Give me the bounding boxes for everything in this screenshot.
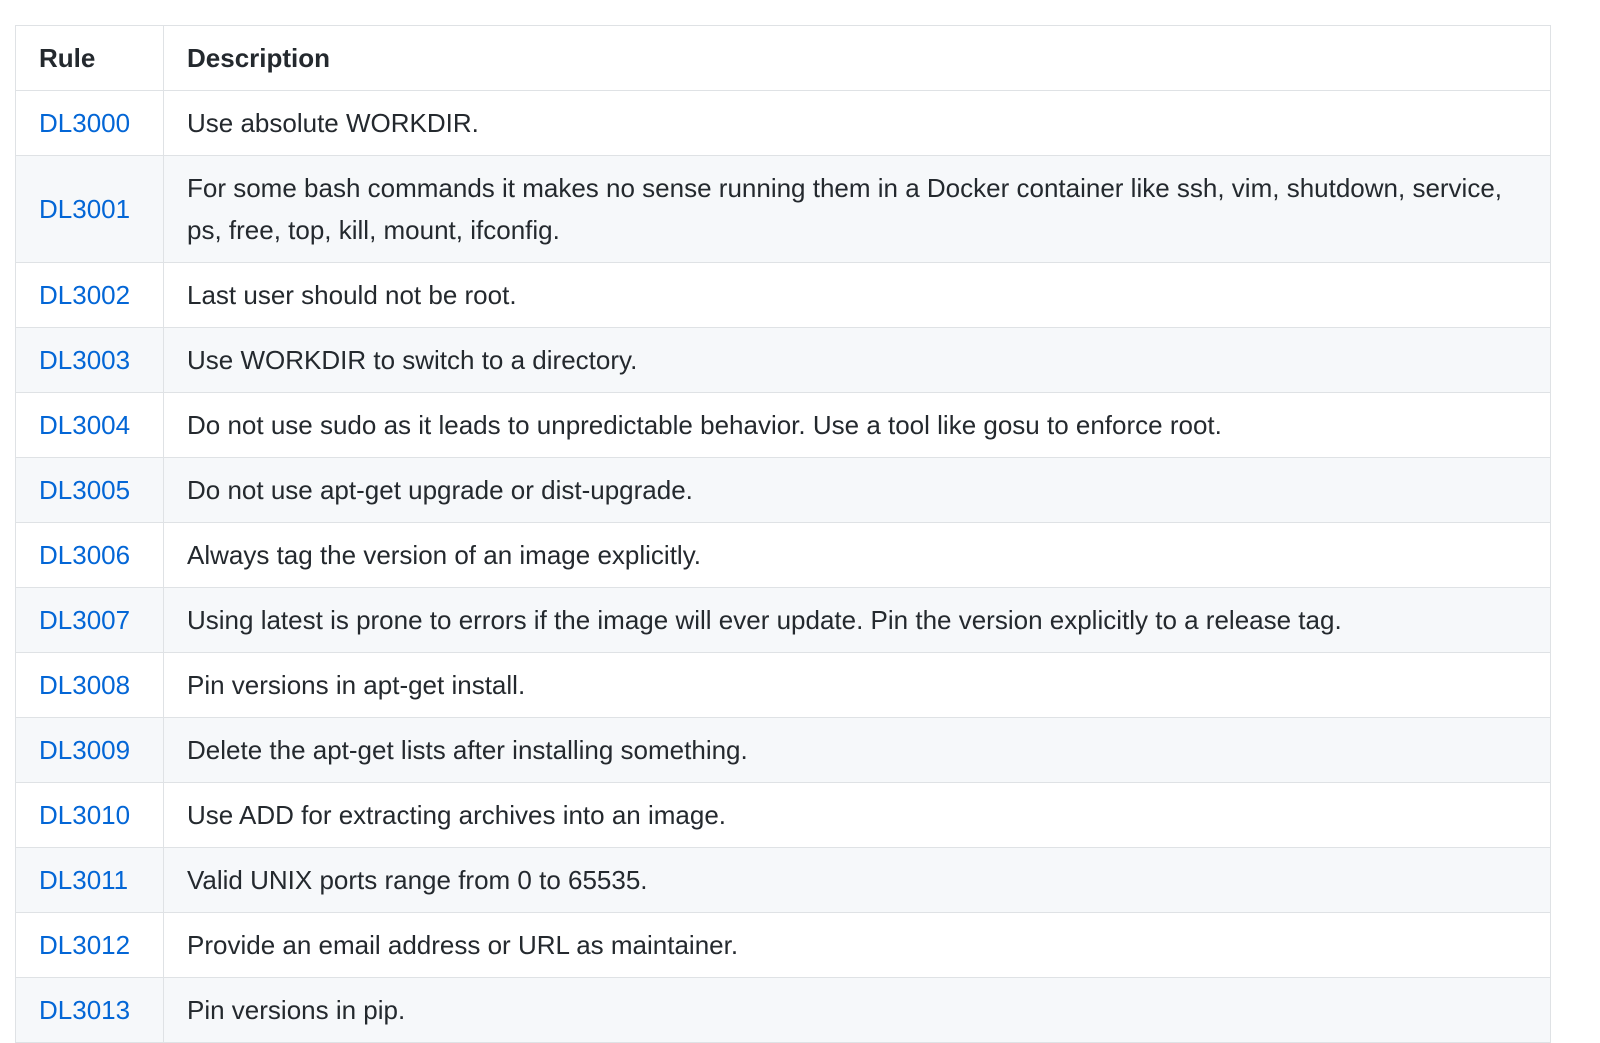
table-row: DL3004 Do not use sudo as it leads to un… bbox=[15, 392, 1551, 458]
description-cell: Valid UNIX ports range from 0 to 65535. bbox=[163, 847, 1551, 913]
rule-link[interactable]: DL3013 bbox=[39, 995, 130, 1025]
rules-table: Rule Description DL3000 Use absolute WOR… bbox=[15, 25, 1551, 1043]
description-cell: Using latest is prone to errors if the i… bbox=[163, 587, 1551, 653]
rule-link[interactable]: DL3012 bbox=[39, 930, 130, 960]
rule-cell: DL3004 bbox=[15, 392, 164, 458]
rule-link[interactable]: DL3008 bbox=[39, 670, 130, 700]
description-cell: Pin versions in apt-get install. bbox=[163, 652, 1551, 718]
column-header-description: Description bbox=[163, 25, 1551, 91]
table-row: DL3009 Delete the apt-get lists after in… bbox=[15, 717, 1551, 783]
rule-cell: DL3001 bbox=[15, 155, 164, 263]
rule-cell: DL3003 bbox=[15, 327, 164, 393]
table-row: DL3012 Provide an email address or URL a… bbox=[15, 912, 1551, 978]
rule-cell: DL3000 bbox=[15, 90, 164, 156]
table-header-row: Rule Description bbox=[15, 25, 1551, 91]
rule-link[interactable]: DL3000 bbox=[39, 108, 130, 138]
table-row: DL3013 Pin versions in pip. bbox=[15, 977, 1551, 1043]
table-row: DL3002 Last user should not be root. bbox=[15, 262, 1551, 328]
description-cell: Delete the apt-get lists after installin… bbox=[163, 717, 1551, 783]
description-cell: Last user should not be root. bbox=[163, 262, 1551, 328]
rule-link[interactable]: DL3004 bbox=[39, 410, 130, 440]
table-row: DL3007 Using latest is prone to errors i… bbox=[15, 587, 1551, 653]
rule-cell: DL3008 bbox=[15, 652, 164, 718]
description-cell: Always tag the version of an image expli… bbox=[163, 522, 1551, 588]
table-row: DL3010 Use ADD for extracting archives i… bbox=[15, 782, 1551, 848]
column-header-rule: Rule bbox=[15, 25, 164, 91]
description-cell: Use absolute WORKDIR. bbox=[163, 90, 1551, 156]
rule-cell: DL3009 bbox=[15, 717, 164, 783]
rule-cell: DL3012 bbox=[15, 912, 164, 978]
table-row: DL3006 Always tag the version of an imag… bbox=[15, 522, 1551, 588]
rule-cell: DL3006 bbox=[15, 522, 164, 588]
rule-cell: DL3002 bbox=[15, 262, 164, 328]
rule-link[interactable]: DL3007 bbox=[39, 605, 130, 635]
rule-link[interactable]: DL3001 bbox=[39, 194, 130, 224]
description-cell: Pin versions in pip. bbox=[163, 977, 1551, 1043]
rule-link[interactable]: DL3011 bbox=[39, 865, 128, 895]
description-cell: For some bash commands it makes no sense… bbox=[163, 155, 1551, 263]
table-row: DL3011 Valid UNIX ports range from 0 to … bbox=[15, 847, 1551, 913]
description-cell: Do not use sudo as it leads to unpredict… bbox=[163, 392, 1551, 458]
description-cell: Provide an email address or URL as maint… bbox=[163, 912, 1551, 978]
rule-link[interactable]: DL3010 bbox=[39, 800, 130, 830]
rule-cell: DL3013 bbox=[15, 977, 164, 1043]
description-cell: Use WORKDIR to switch to a directory. bbox=[163, 327, 1551, 393]
table-row: DL3003 Use WORKDIR to switch to a direct… bbox=[15, 327, 1551, 393]
rule-cell: DL3011 bbox=[15, 847, 164, 913]
description-cell: Use ADD for extracting archives into an … bbox=[163, 782, 1551, 848]
rule-link[interactable]: DL3006 bbox=[39, 540, 130, 570]
table-row: DL3001 For some bash commands it makes n… bbox=[15, 155, 1551, 263]
rule-link[interactable]: DL3002 bbox=[39, 280, 130, 310]
table-row: DL3005 Do not use apt-get upgrade or dis… bbox=[15, 457, 1551, 523]
rule-cell: DL3007 bbox=[15, 587, 164, 653]
rule-link[interactable]: DL3009 bbox=[39, 735, 130, 765]
rule-cell: DL3005 bbox=[15, 457, 164, 523]
rules-table-container: Rule Description DL3000 Use absolute WOR… bbox=[15, 25, 1551, 1043]
rule-link[interactable]: DL3003 bbox=[39, 345, 130, 375]
rule-link[interactable]: DL3005 bbox=[39, 475, 130, 505]
table-row: DL3008 Pin versions in apt-get install. bbox=[15, 652, 1551, 718]
table-row: DL3000 Use absolute WORKDIR. bbox=[15, 90, 1551, 156]
rule-cell: DL3010 bbox=[15, 782, 164, 848]
description-cell: Do not use apt-get upgrade or dist-upgra… bbox=[163, 457, 1551, 523]
